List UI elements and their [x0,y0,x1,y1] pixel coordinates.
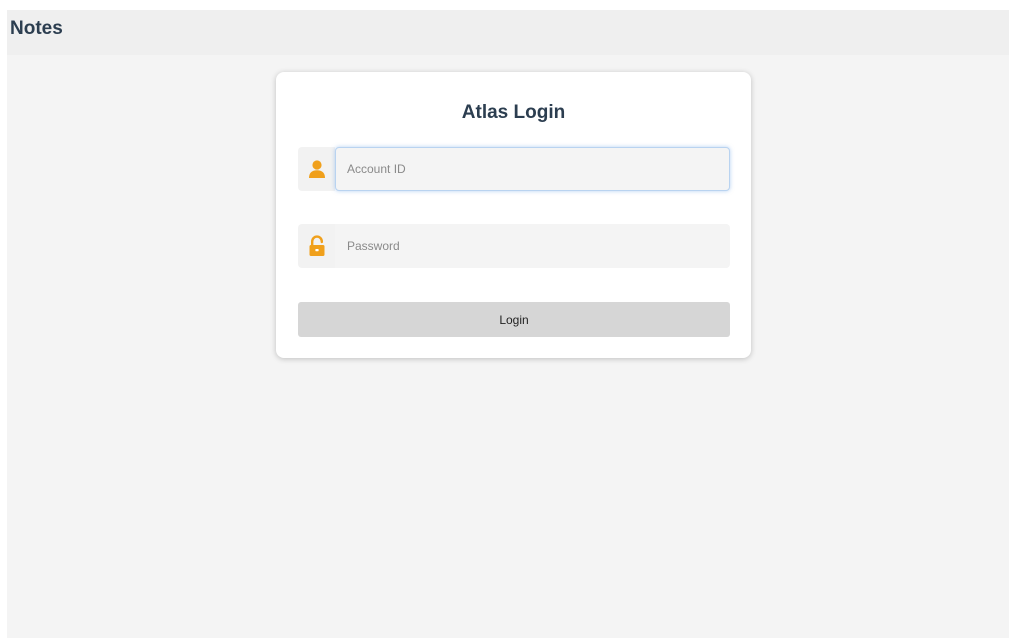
login-card: Atlas Login Login [276,72,751,358]
account-id-field-group [298,147,730,191]
app-window: Notes Atlas Login Login [7,10,1009,638]
top-bar: Notes [7,10,1009,55]
account-id-input[interactable] [335,147,730,191]
unlock-icon [298,224,335,268]
app-title: Notes [10,17,63,39]
login-title: Atlas Login [461,102,566,123]
password-input[interactable] [335,224,730,268]
user-icon [298,147,335,191]
login-button[interactable]: Login [298,302,730,337]
password-field-group [298,224,730,268]
